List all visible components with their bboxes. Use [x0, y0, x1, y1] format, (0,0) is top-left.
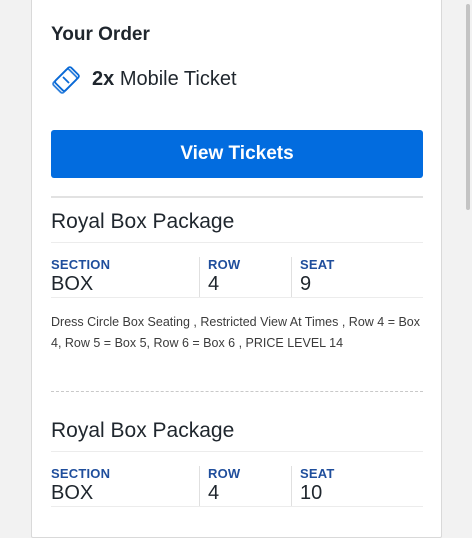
row-info: ROW 4: [199, 466, 240, 506]
seat-info: SECTION BOX ROW 4 SEAT 10: [51, 452, 423, 506]
package-title: Royal Box Package: [51, 419, 235, 442]
seat-number-info: SEAT 10: [291, 466, 335, 506]
package-item: Royal Box Package SECTION BOX ROW 4 SEAT…: [51, 202, 423, 392]
row-label: ROW: [208, 466, 241, 481]
dotted-divider: [51, 391, 423, 392]
order-card: Your Order 2x Mobile Ticket View Tickets…: [31, 0, 442, 538]
order-title: Your Order: [51, 24, 150, 45]
scrollbar[interactable]: [465, 0, 472, 530]
section-value: BOX: [51, 482, 94, 504]
row-value: 4: [208, 482, 220, 504]
mobile-ticket-icon: [52, 66, 80, 94]
package-item: Royal Box Package SECTION BOX ROW 4 SEAT…: [51, 411, 423, 507]
scrollbar-thumb[interactable]: [466, 4, 470, 210]
row-info: ROW 4: [199, 257, 240, 297]
section-value: BOX: [51, 273, 94, 295]
section-divider: [51, 196, 423, 198]
ticket-count: 2x: [92, 67, 115, 90]
section-info: SECTION BOX: [51, 257, 110, 296]
seat-number-info: SEAT 9: [291, 257, 335, 297]
row-label: ROW: [208, 257, 241, 272]
section-info: SECTION BOX: [51, 466, 110, 505]
seat-label: SEAT: [300, 257, 335, 272]
seat-value: 10: [300, 482, 323, 504]
seat-label: SEAT: [300, 466, 335, 481]
ticket-description: 2x Mobile Ticket: [92, 68, 237, 91]
section-label: SECTION: [51, 257, 111, 272]
package-title: Royal Box Package: [51, 210, 235, 233]
seat-info: SECTION BOX ROW 4 SEAT 9: [51, 243, 423, 297]
row-value: 4: [208, 273, 220, 295]
package-description: Dress Circle Box Seating , Restricted Vi…: [51, 315, 421, 350]
ticket-summary: 2x Mobile Ticket: [51, 63, 237, 95]
view-tickets-button[interactable]: View Tickets: [51, 130, 423, 178]
section-label: SECTION: [51, 466, 111, 481]
seat-value: 9: [300, 273, 312, 295]
divider: [51, 506, 423, 507]
ticket-type: Mobile Ticket: [119, 67, 237, 90]
